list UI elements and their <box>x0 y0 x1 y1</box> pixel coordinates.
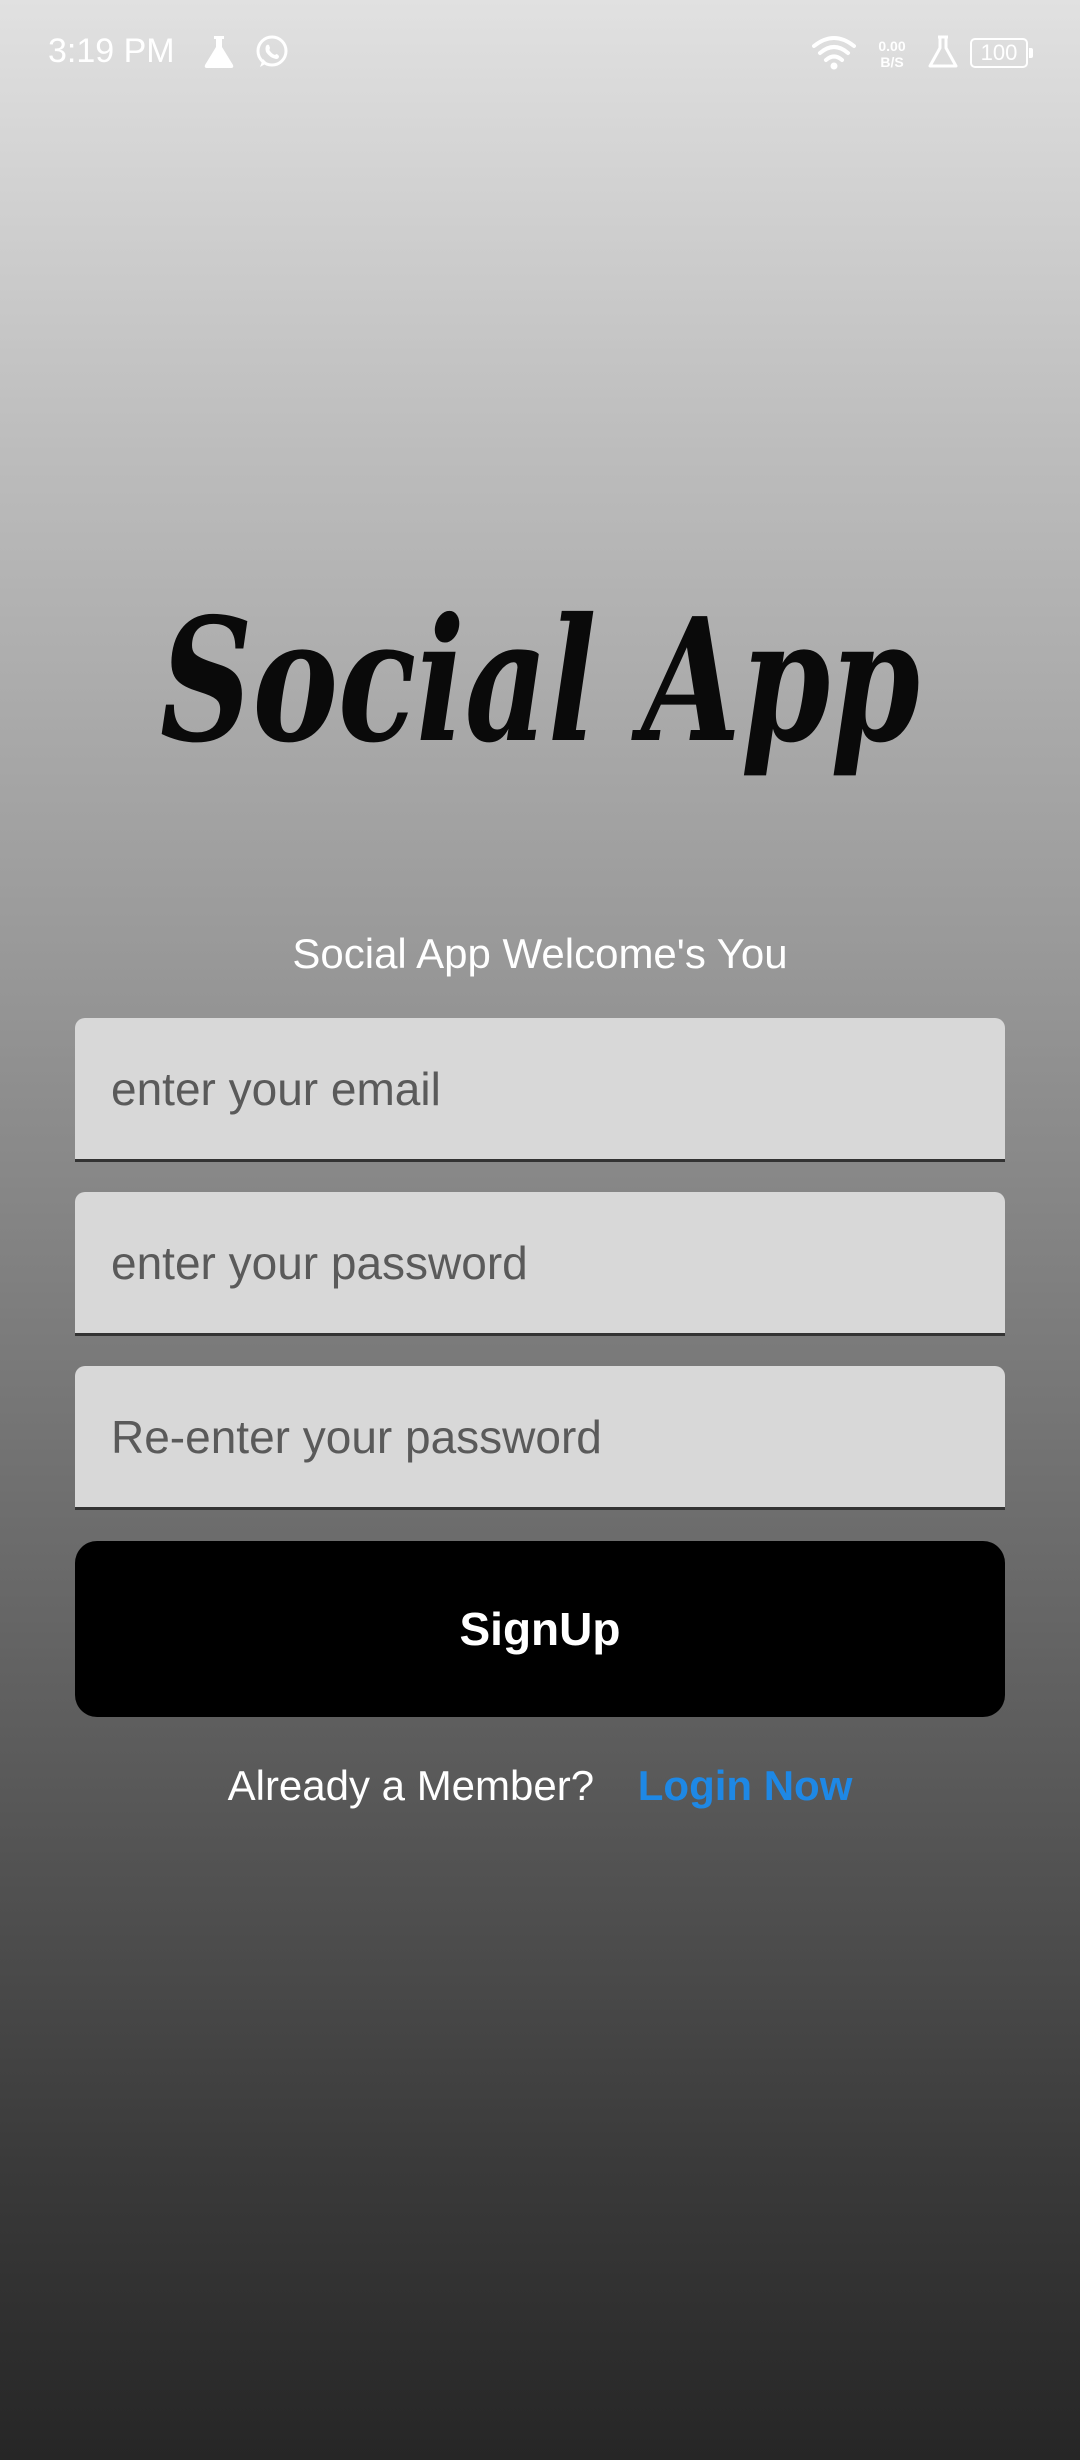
already-member-text: Already a Member? <box>227 1762 595 1809</box>
email-input[interactable] <box>75 1018 1005 1159</box>
status-time: 3:19 PM <box>48 32 175 70</box>
confirm-password-input[interactable] <box>75 1366 1005 1507</box>
network-speed-unit: B/S <box>880 54 904 70</box>
welcome-text: Social App Welcome's You <box>292 930 788 977</box>
confirm-password-field-container <box>75 1366 1005 1510</box>
social-app-logo: Social App <box>160 581 920 781</box>
flask-icon <box>202 34 236 75</box>
signup-screen: 3:19 PM 0.00 B/S 100 Social App Social A… <box>0 0 1080 2460</box>
login-now-link[interactable]: Login Now <box>638 1762 853 1809</box>
logo-text: Social App <box>160 581 920 781</box>
email-field-container <box>75 1018 1005 1162</box>
password-field-container <box>75 1192 1005 1336</box>
whatsapp-icon <box>254 34 290 75</box>
login-prompt: Already a Member? Login Now <box>0 1762 1080 1810</box>
password-input[interactable] <box>75 1192 1005 1333</box>
network-speed-value: 0.00 <box>878 38 906 54</box>
wifi-icon <box>812 34 856 75</box>
signup-button[interactable]: SignUp <box>75 1541 1005 1717</box>
network-speed: 0.00 B/S <box>872 38 912 70</box>
flask-icon <box>926 34 960 75</box>
status-bar: 3:19 PM 0.00 B/S 100 <box>0 0 1080 110</box>
battery-icon: 100 <box>970 38 1033 68</box>
